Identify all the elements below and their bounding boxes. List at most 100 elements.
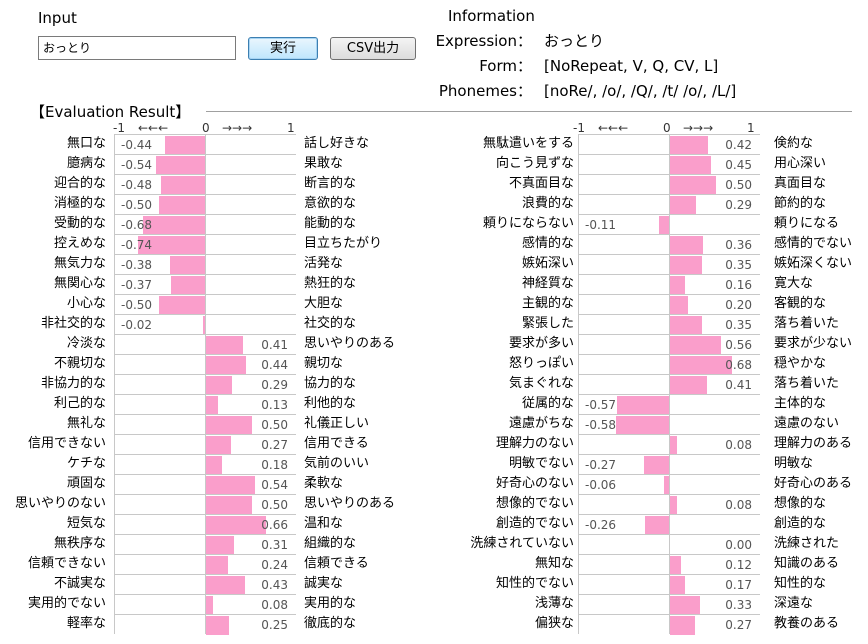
positive-trait-label: 主体的な — [774, 396, 827, 411]
score-value: 0.17 — [725, 578, 752, 592]
scale-left-arrows: ←←← — [598, 121, 629, 135]
negative-cell — [578, 134, 669, 154]
positive-cell: 0.33 — [669, 594, 760, 615]
positive-trait-label: 遠慮のない — [774, 416, 840, 431]
negative-trait-label: 従属的な — [521, 396, 574, 411]
negative-trait-label: 創造的でない — [495, 516, 574, 531]
score-bar — [670, 376, 707, 395]
negative-cell: -0.26 — [578, 514, 669, 535]
negative-cell — [578, 154, 669, 174]
negative-trait-label: 明敏でない — [508, 456, 574, 471]
evaluation-row: 怒りっぽい 0.68 穏やかな — [0, 354, 868, 375]
negative-cell — [578, 534, 669, 554]
score-bar — [644, 456, 669, 475]
score-value: 0.45 — [725, 158, 752, 172]
negative-cell: -0.06 — [578, 474, 669, 495]
scale-zero: 0 — [663, 121, 671, 135]
positive-trait-label: 倹約な — [774, 136, 814, 151]
score-value: 0.33 — [725, 598, 752, 612]
positive-trait-label: 嫉妬深くない — [774, 256, 853, 271]
negative-cell — [578, 254, 669, 274]
positive-cell: 0.68 — [669, 354, 760, 375]
expression-key: Expression： — [435, 32, 532, 50]
score-bar — [670, 176, 716, 195]
negative-trait-label: 理解力のない — [495, 436, 574, 451]
negative-trait-label: 不真面目な — [508, 176, 574, 191]
expression-input[interactable]: おっとり — [38, 36, 236, 60]
positive-cell: 0.50 — [669, 174, 760, 195]
score-value: -0.06 — [585, 478, 617, 492]
score-bar — [670, 336, 721, 355]
scale-pos: 1 — [287, 121, 295, 135]
positive-cell: 0.00 — [669, 534, 760, 554]
score-value: 0.56 — [725, 338, 752, 352]
evaluation-row: 無知な 0.12 知識のある — [0, 554, 868, 575]
positive-cell — [669, 414, 760, 434]
csv-export-button[interactable]: CSV出力 — [330, 37, 416, 60]
positive-trait-label: 知性的な — [774, 576, 827, 591]
positive-trait-label: 明敏な — [774, 456, 814, 471]
evaluation-row: 想像的でない 0.08 想像的な — [0, 494, 868, 515]
positive-cell: 0.20 — [669, 294, 760, 315]
negative-trait-label: 浅薄な — [534, 596, 574, 611]
score-value: 0.36 — [725, 238, 752, 252]
negative-cell — [578, 574, 669, 594]
score-value: 0.08 — [725, 498, 752, 512]
evaluation-row: 無駄遣いをする 0.42 倹約な — [0, 134, 868, 155]
positive-cell: 0.27 — [669, 614, 760, 635]
score-value: 0.42 — [725, 138, 752, 152]
evaluation-row: 緊張した 0.35 落ち着いた — [0, 314, 868, 335]
evaluation-row: 浅薄な 0.33 深遠な — [0, 594, 868, 615]
negative-trait-label: 洗練されていない — [470, 536, 574, 551]
scale-neg: -1 — [113, 121, 125, 135]
scale-left-arrows: ←←← — [138, 121, 169, 135]
positive-trait-label: 落ち着いた — [774, 376, 840, 391]
positive-trait-label: 洗練された — [774, 536, 840, 551]
score-value: 0.27 — [725, 618, 752, 632]
evaluation-row: 洗練されていない 0.00 洗練された — [0, 534, 868, 554]
score-bar — [670, 356, 732, 375]
score-value: -0.27 — [585, 458, 617, 472]
positive-trait-label: 寛大な — [774, 276, 814, 291]
information-title: Information — [448, 7, 535, 25]
score-value: -0.57 — [585, 398, 617, 412]
negative-cell — [578, 614, 669, 634]
input-label: Input — [38, 9, 77, 27]
negative-cell: -0.57 — [578, 394, 669, 415]
score-value: 0.50 — [725, 178, 752, 192]
positive-trait-label: 要求が少ない — [774, 336, 853, 351]
positive-trait-label: 用心深い — [774, 156, 827, 171]
positive-trait-label: 落ち着いた — [774, 316, 840, 331]
negative-trait-label: 気まぐれな — [508, 376, 574, 391]
positive-cell: 0.42 — [669, 134, 760, 155]
positive-cell: 0.17 — [669, 574, 760, 595]
negative-cell — [578, 354, 669, 374]
evaluation-row: 嫉妬深い 0.35 嫉妬深くない — [0, 254, 868, 275]
negative-trait-label: 頼りにならない — [482, 216, 574, 231]
score-bar — [670, 436, 677, 455]
expression-value: おっとり — [544, 32, 605, 50]
evaluation-row: 不真面目な 0.50 真面目な — [0, 174, 868, 195]
positive-trait-label: 節約的な — [774, 196, 827, 211]
evaluation-row: 向こう見ずな 0.45 用心深い — [0, 154, 868, 175]
score-value: 0.16 — [725, 278, 752, 292]
score-bar — [617, 396, 669, 415]
positive-cell — [669, 454, 760, 474]
score-value: 0.41 — [725, 378, 752, 392]
score-bar — [670, 496, 677, 515]
negative-cell — [578, 294, 669, 314]
scale-right-arrows: →→→ — [683, 121, 714, 135]
positive-cell — [669, 214, 760, 234]
score-value: 0.00 — [725, 538, 752, 552]
positive-cell — [669, 394, 760, 414]
score-value: -0.58 — [585, 418, 617, 432]
score-bar — [616, 416, 669, 435]
run-button[interactable]: 実行 — [248, 37, 318, 60]
positive-cell: 0.36 — [669, 234, 760, 255]
scale-zero: 0 — [202, 121, 210, 135]
score-bar — [670, 596, 700, 615]
evaluation-row: 主観的な 0.20 客観的な — [0, 294, 868, 315]
evaluation-row: 好奇心のない -0.06 好奇心のある — [0, 474, 868, 495]
evaluation-row: 神経質な 0.16 寛大な — [0, 274, 868, 295]
negative-cell — [578, 494, 669, 514]
